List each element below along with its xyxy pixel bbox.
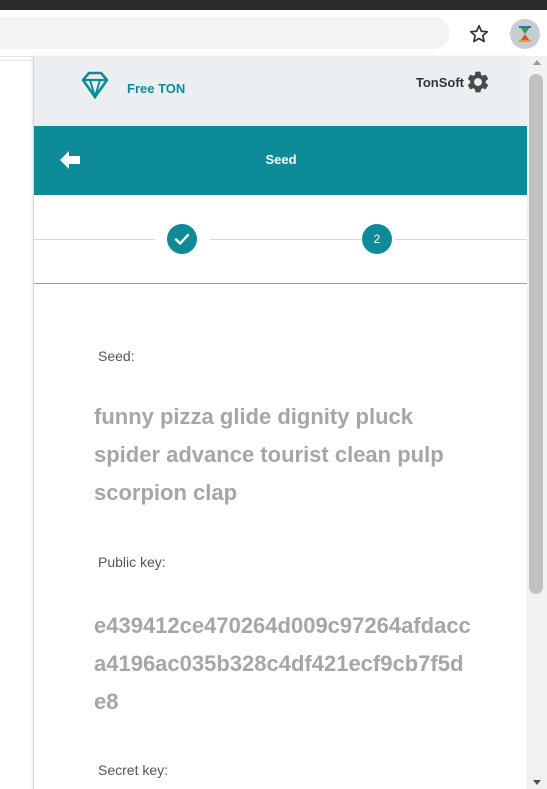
extension-popup: Free TON TonSoft Seed 2 Seed: funny pizz… (33, 56, 528, 789)
scroll-up-arrow-icon[interactable] (533, 60, 541, 65)
gear-icon[interactable] (465, 69, 491, 95)
diamond-icon (81, 71, 109, 99)
step-connector (395, 239, 528, 240)
step-connector (34, 239, 155, 240)
seed-details: Seed: funny pizza glide dignity pluck sp… (34, 284, 528, 789)
seed-phrase: funny pizza glide dignity pluck spider a… (94, 404, 444, 505)
brand-name: Free TON (127, 81, 186, 96)
page-divider (0, 60, 33, 61)
account-name[interactable]: TonSoft (416, 75, 464, 90)
popup-header: Free TON TonSoft (34, 56, 528, 126)
scroll-down-arrow-icon[interactable] (533, 780, 541, 785)
step-1-completed (167, 224, 197, 254)
check-icon (174, 233, 190, 245)
step-number: 2 (373, 232, 381, 246)
public-key-label: Public key: (98, 554, 166, 570)
seed-label: Seed: (98, 348, 135, 364)
page-titlebar: Seed (34, 126, 528, 195)
stepper: 2 (34, 195, 528, 284)
address-bar[interactable] (0, 17, 450, 49)
extension-icon[interactable] (510, 19, 540, 49)
step-2-current: 2 (362, 224, 392, 254)
public-key-value: e439412ce470264d009c97264afdacca4196ac03… (94, 613, 471, 714)
step-connector (210, 239, 361, 240)
page-title: Seed (265, 152, 297, 167)
secret-key-label: Secret key: (98, 762, 169, 778)
browser-top-edge (0, 0, 547, 10)
browser-toolbar (0, 10, 547, 57)
star-icon[interactable] (468, 23, 490, 45)
scrollbar-thumb[interactable] (529, 74, 543, 594)
scrollbar[interactable] (527, 56, 547, 789)
